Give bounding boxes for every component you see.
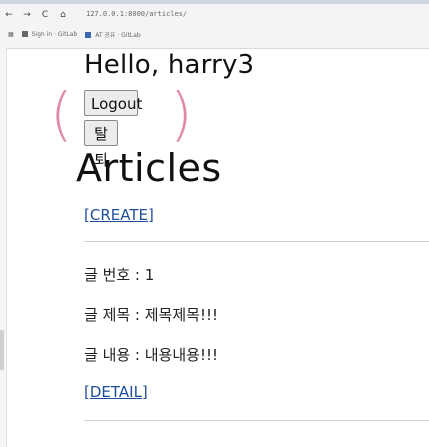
browser-chrome: ← → C ⌂ 127.0.0.1:8000/articles/ ▦ Sign …	[0, 0, 429, 49]
create-link[interactable]: [CREATE]	[84, 206, 154, 224]
annotation-left-paren: (	[50, 80, 73, 148]
article-number: 글 번호 : 1	[84, 266, 155, 284]
bookmark-label: AT 공유 · GitLab	[95, 32, 141, 39]
annotation-right-paren: )	[170, 80, 193, 148]
bookmarks-bar: ▦ Sign in · GitLab AT 공유 · GitLab	[8, 30, 141, 39]
divider	[84, 241, 429, 242]
greeting-heading: Hello, harry3	[84, 50, 255, 80]
apps-icon[interactable]: ▦	[8, 31, 14, 38]
left-edge	[0, 48, 7, 447]
bookmark-at-gitlab[interactable]: AT 공유 · GitLab	[85, 30, 141, 39]
article-content: 글 내용 : 내용내용!!!	[84, 346, 218, 364]
gitlab-icon	[85, 32, 92, 38]
home-button[interactable]: ⌂	[58, 10, 68, 20]
divider	[84, 420, 429, 421]
logout-button[interactable]: Logout	[84, 90, 142, 116]
window-top-strip	[0, 0, 429, 4]
left-scroll-mark	[0, 330, 4, 370]
forward-button[interactable]: →	[22, 10, 32, 20]
article-title: 글 제목 : 제목제목!!!	[84, 306, 218, 324]
address-bar[interactable]: 127.0.0.1:8000/articles/	[86, 10, 187, 18]
back-button[interactable]: ←	[4, 10, 14, 20]
bookmark-label: Sign in · GitLab	[31, 31, 78, 38]
page-content: Hello, harry3 ( ) Logout 탈퇴 Articles [CR…	[50, 48, 429, 447]
bookmark-sign-in-gitlab[interactable]: Sign in · GitLab	[21, 31, 78, 38]
withdraw-button[interactable]: 탈퇴	[84, 120, 118, 169]
gitlab-icon	[21, 31, 28, 37]
detail-link[interactable]: [DETAIL]	[84, 383, 148, 401]
browser-nav: ← → C ⌂	[4, 10, 68, 20]
articles-heading: Articles	[76, 146, 222, 190]
reload-button[interactable]: C	[40, 10, 50, 20]
